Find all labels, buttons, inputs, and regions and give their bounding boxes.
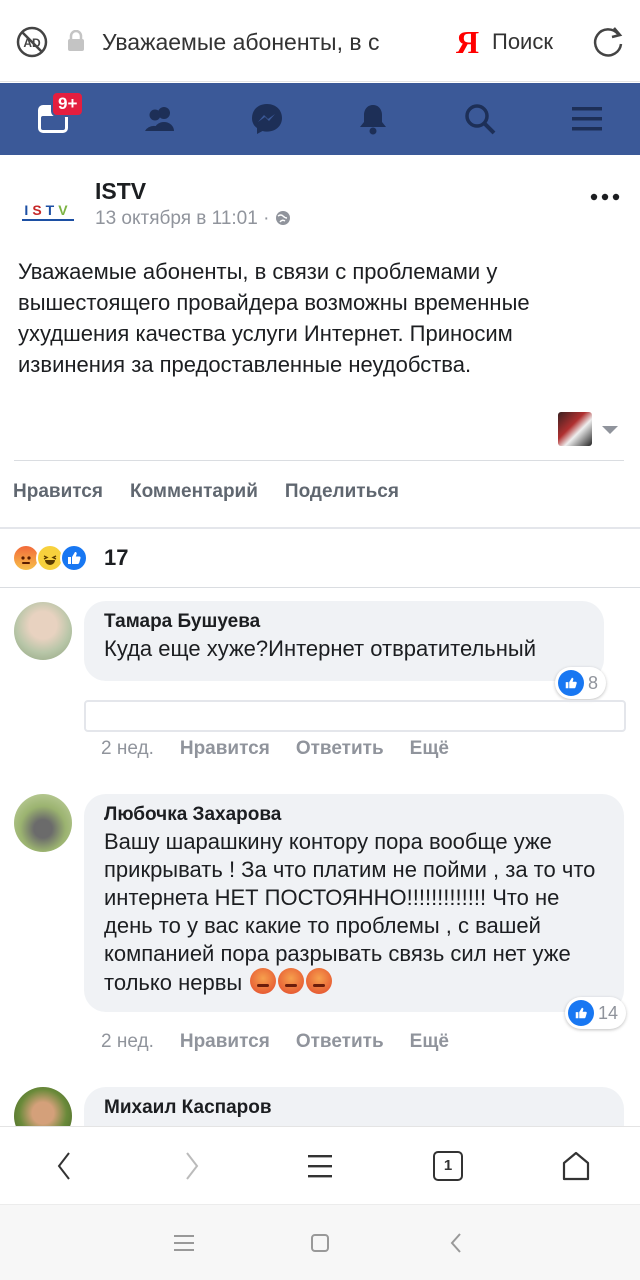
commenter-name[interactable]: Любочка Захарова bbox=[104, 802, 604, 828]
reactions-summary[interactable]: 17 bbox=[12, 543, 128, 573]
comment-bubble: Тамара Бушуева Куда еще хуже?Интернет от… bbox=[84, 601, 604, 681]
browser-bottom-bar: 1 bbox=[0, 1126, 640, 1204]
comment-button[interactable]: Комментарий bbox=[130, 470, 258, 514]
commenter-name[interactable]: Тамара Бушуева bbox=[104, 609, 584, 635]
reply-input[interactable] bbox=[84, 700, 626, 732]
like-icon bbox=[568, 1000, 594, 1026]
system-back-button[interactable] bbox=[388, 1205, 524, 1280]
comment-like-button[interactable]: Нравится bbox=[180, 1028, 270, 1056]
comment-more-button[interactable]: Ещё bbox=[410, 1028, 449, 1056]
comment-text: Вашу шарашкину контору пора вообще уже п… bbox=[104, 828, 604, 997]
post-more-icon[interactable] bbox=[588, 188, 622, 206]
divider bbox=[14, 460, 624, 461]
chevron-down-icon[interactable] bbox=[602, 426, 618, 434]
home-icon bbox=[562, 1151, 590, 1180]
bell-icon bbox=[360, 105, 387, 135]
reactions-count: 17 bbox=[104, 545, 129, 570]
like-reaction-icon bbox=[60, 544, 88, 572]
comment-reply-button[interactable]: Ответить bbox=[296, 735, 384, 763]
tab-messenger[interactable] bbox=[213, 83, 320, 155]
post-actions: Нравится Комментарий Поделиться bbox=[0, 470, 413, 514]
comment-reply-button[interactable]: Ответить bbox=[296, 1028, 384, 1056]
comment-likes-count: 8 bbox=[588, 672, 599, 693]
comment-meta: 2 нед. Нравится Ответить Ещё bbox=[101, 735, 475, 763]
commenter-name[interactable]: Михаил Каспаров bbox=[104, 1095, 604, 1121]
comment-likes-count: 14 bbox=[598, 1002, 619, 1023]
search-icon bbox=[465, 104, 496, 135]
comment-text: Куда еще хуже?Интернет отвратительный bbox=[104, 636, 536, 661]
comment-more-button[interactable]: Ещё bbox=[410, 735, 449, 763]
chevron-left-icon bbox=[57, 1151, 70, 1180]
system-menu-button[interactable] bbox=[116, 1205, 252, 1280]
comment-text-body: Вашу шарашкину контору пора вообще уже п… bbox=[104, 829, 596, 995]
facebook-navbar: 9+ bbox=[0, 83, 640, 155]
address-url[interactable]: Уважаемые абоненты, в с bbox=[102, 26, 420, 58]
search-button[interactable]: Поиск bbox=[492, 26, 553, 58]
adblock-icon[interactable]: AD bbox=[16, 26, 48, 58]
angry-emoji-icon bbox=[250, 968, 277, 994]
post-time[interactable]: 13 октября в 11:01 · bbox=[95, 208, 291, 230]
system-home-button[interactable] bbox=[252, 1205, 388, 1280]
tab-friends[interactable] bbox=[107, 83, 214, 155]
tabs-button[interactable]: 1 bbox=[384, 1127, 512, 1204]
square-icon bbox=[311, 1233, 329, 1252]
post-author[interactable]: ISTV bbox=[95, 178, 146, 205]
yandex-logo[interactable]: Я bbox=[456, 22, 479, 62]
divider bbox=[0, 527, 640, 529]
menu-icon bbox=[308, 1154, 332, 1177]
hamburger-menu-icon bbox=[571, 107, 602, 131]
chevron-left-icon bbox=[450, 1232, 461, 1253]
friends-icon bbox=[145, 107, 174, 131]
comment-likes[interactable]: 8 bbox=[555, 667, 607, 699]
angry-emoji-icon bbox=[278, 968, 305, 994]
post-time-text: 13 октября в 11:01 · bbox=[95, 208, 275, 229]
comment-likes[interactable]: 14 bbox=[565, 997, 627, 1029]
messenger-icon bbox=[251, 104, 282, 134]
divider bbox=[0, 587, 640, 588]
istv-logo[interactable]: ISTV bbox=[18, 198, 78, 228]
like-button[interactable]: Нравится bbox=[13, 470, 103, 514]
viewer-avatar[interactable] bbox=[558, 412, 592, 446]
globe-icon bbox=[275, 211, 290, 225]
forward-button[interactable] bbox=[128, 1127, 256, 1204]
comment-age[interactable]: 2 нед. bbox=[101, 735, 154, 763]
tabs-count: 1 bbox=[443, 1157, 453, 1174]
tab-news-feed[interactable]: 9+ bbox=[0, 83, 107, 155]
comment-age[interactable]: 2 нед. bbox=[101, 1028, 154, 1056]
tab-search[interactable] bbox=[427, 83, 534, 155]
like-icon bbox=[558, 670, 584, 696]
menu-button[interactable] bbox=[256, 1127, 384, 1204]
notifications-badge: 9+ bbox=[51, 91, 85, 117]
commenter-avatar[interactable] bbox=[14, 602, 72, 660]
angry-emoji-icon bbox=[306, 968, 333, 994]
browser-address-bar: AD Уважаемые абоненты, в с Я Поиск bbox=[0, 0, 640, 82]
system-navigation-bar bbox=[0, 1204, 640, 1280]
home-button[interactable] bbox=[512, 1127, 640, 1204]
lock-icon bbox=[68, 30, 84, 51]
back-button[interactable] bbox=[0, 1127, 128, 1204]
tab-notifications[interactable] bbox=[320, 83, 427, 155]
menu-icon bbox=[174, 1234, 194, 1251]
comment-like-button[interactable]: Нравится bbox=[180, 735, 270, 763]
chevron-right-icon bbox=[186, 1151, 199, 1180]
reload-icon[interactable] bbox=[590, 24, 626, 60]
svg-text:ISTV: ISTV bbox=[24, 202, 71, 218]
tab-menu[interactable] bbox=[533, 83, 640, 155]
commenter-avatar[interactable] bbox=[14, 794, 72, 852]
post-text: Уважаемые абоненты, в связи с проблемами… bbox=[18, 259, 530, 377]
share-button[interactable]: Поделиться bbox=[285, 470, 399, 514]
comment-meta: 2 нед. Нравится Ответить Ещё bbox=[101, 1028, 475, 1056]
comment-bubble: Любочка Захарова Вашу шарашкину контору … bbox=[84, 794, 624, 1012]
